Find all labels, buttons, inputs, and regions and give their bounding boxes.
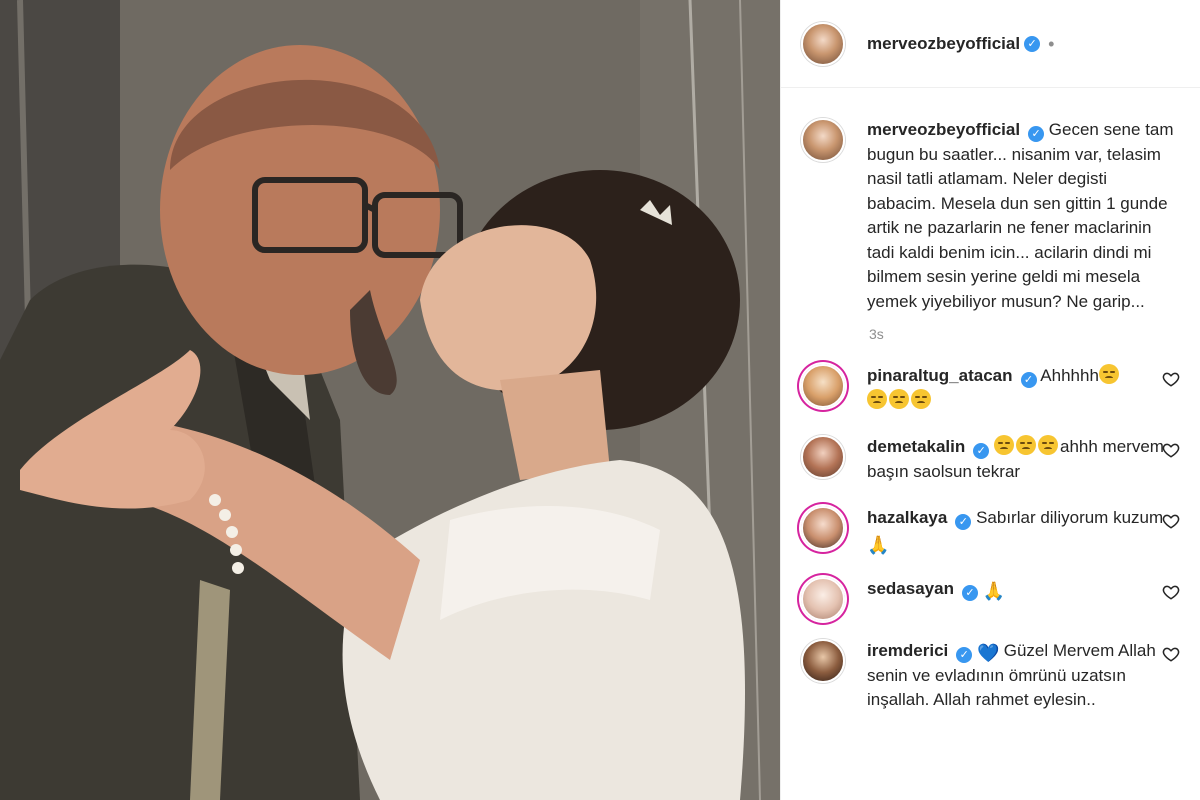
comment-text: Sabırlar diliyorum kuzum [976,508,1164,527]
comment-body: sedasayan ✓ 🙏 [867,577,1167,621]
comment-item: iremderici ✓ 💙 Güzel Mervem Allah senin v… [801,639,1180,713]
comment-item: pinaraltug_atacan ✓ Ahhhhh [801,364,1180,413]
post-caption: merveozbeyofficial ✓ Gecen sene tam bugun… [801,118,1180,314]
like-comment-heart-icon[interactable] [1162,583,1180,601]
verified-badge-icon: ✓ [955,514,972,530]
folded-hands-emoji: 🙏 [867,534,890,555]
header-separator: • [1048,33,1055,54]
comment-body: iremderici ✓ 💙 Güzel Mervem Allah senin v… [867,639,1167,713]
commenter-avatar[interactable] [801,506,845,550]
comment-item: hazalkaya ✓ Sabırlar diliyorum kuzum 🙏 [801,506,1180,555]
author-avatar[interactable] [801,21,845,66]
post-side-panel: merveozbeyofficial ✓ • merveozbeyofficia… [780,0,1200,800]
commenter-username[interactable]: iremderici [867,641,948,660]
pensive-face-emoji [994,435,1014,455]
pensive-face-emoji [911,388,931,409]
folded-hands-emoji: 🙏 [982,581,1006,601]
caption-author-username[interactable]: merveozbeyofficial [867,120,1020,139]
comment-body: hazalkaya ✓ Sabırlar diliyorum kuzum 🙏 [867,506,1167,555]
comments-list: merveozbeyofficial ✓ Gecen sene tam bugun… [781,88,1200,713]
caption-text: Gecen sene tam bugun bu saatler... nisan… [867,120,1174,311]
pensive-face-emoji [867,388,887,409]
comment-text: Ahhhhh [1040,366,1099,385]
like-comment-heart-icon[interactable] [1162,441,1180,459]
author-username[interactable]: merveozbeyofficial [867,34,1020,54]
verified-badge-icon: ✓ [1024,35,1041,52]
comment-item: demetakalin ✓ ahhh mervem başın saolsun t… [801,435,1180,484]
post-header: merveozbeyofficial ✓ • [781,0,1200,88]
pensive-face-emoji [1038,435,1058,455]
verified-badge-icon: ✓ [1020,372,1037,388]
verified-badge-icon: ✓ [1028,126,1045,142]
commenter-username[interactable]: hazalkaya [867,508,947,527]
author-name-block: merveozbeyofficial ✓ • [867,34,1054,54]
comment-body: demetakalin ✓ ahhh mervem başın saolsun t… [867,435,1167,484]
verified-badge-icon: ✓ [973,443,990,459]
pensive-face-emoji [1098,364,1119,384]
like-comment-heart-icon[interactable] [1162,370,1180,388]
commenter-avatar[interactable] [801,577,845,621]
commenter-username[interactable]: demetakalin [867,437,965,456]
caption-author-avatar[interactable] [801,118,845,162]
blue-heart-emoji: 💙 [977,643,1000,663]
commenter-username[interactable]: pinaraltug_atacan [867,366,1013,385]
commenter-avatar[interactable] [801,435,845,479]
commenter-avatar[interactable] [801,364,845,408]
photo-illustration [0,0,780,800]
comment-body: pinaraltug_atacan ✓ Ahhhhh [867,364,1167,413]
verified-badge-icon: ✓ [956,647,973,663]
like-comment-heart-icon[interactable] [1162,512,1180,530]
verified-badge-icon: ✓ [961,585,978,601]
post-photo[interactable] [0,0,780,800]
like-comment-heart-icon[interactable] [1162,645,1180,663]
pensive-face-emoji [1016,435,1036,455]
caption-body: merveozbeyofficial ✓ Gecen sene tam bugun… [867,118,1180,314]
comment-item: sedasayan ✓ 🙏 [801,577,1180,621]
post-timestamp[interactable]: 3s [869,326,1180,342]
pensive-face-emoji [889,388,909,409]
commenter-username[interactable]: sedasayan [867,579,954,598]
commenter-avatar[interactable] [801,639,845,683]
